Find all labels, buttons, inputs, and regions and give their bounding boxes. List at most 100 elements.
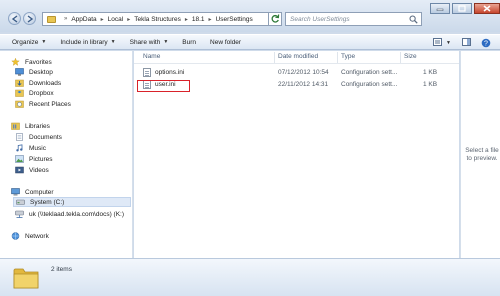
maximize-button[interactable] xyxy=(452,3,472,14)
refresh-button[interactable] xyxy=(268,12,282,26)
folder-icon xyxy=(47,15,56,23)
dropbox-icon xyxy=(15,89,24,97)
forward-button[interactable] xyxy=(23,12,36,25)
music-icon xyxy=(16,144,23,152)
new-folder-button[interactable]: New folder xyxy=(210,39,241,46)
preview-pane-button[interactable] xyxy=(462,38,472,47)
organize-menu[interactable]: Organize ▼ xyxy=(12,39,46,46)
nav-videos-label: Videos xyxy=(29,166,49,174)
breadcrumb-local[interactable]: Local xyxy=(108,16,124,23)
title-bar: » AppData ▸ Local ▸ Tekla Structures ▸ 1… xyxy=(0,0,500,32)
chevron-right-icon: » xyxy=(64,16,68,22)
nav-network-drive-label: uk (\\teklaad.tekla.com\docs) (K:) xyxy=(29,210,125,218)
file-size: 1 KB xyxy=(423,69,438,76)
close-icon xyxy=(483,5,491,12)
column-header-size[interactable]: Size xyxy=(404,53,417,60)
close-button[interactable] xyxy=(474,3,500,14)
nav-system-c-label: System (C:) xyxy=(30,198,65,206)
share-with-label: Share with xyxy=(129,38,161,46)
nav-downloads[interactable]: Downloads xyxy=(15,78,61,88)
search-input[interactable]: Search UserSettings xyxy=(285,12,422,26)
help-icon: ? xyxy=(481,38,491,48)
file-size: 1 KB xyxy=(423,81,438,88)
file-type: Configuration sett... xyxy=(341,81,398,88)
nav-music-label: Music xyxy=(29,144,46,152)
back-button[interactable] xyxy=(8,12,21,25)
libraries-icon xyxy=(11,122,20,130)
search-placeholder: Search UserSettings xyxy=(290,15,350,23)
address-bar[interactable]: » AppData ▸ Local ▸ Tekla Structures ▸ 1… xyxy=(42,12,282,26)
caret-down-icon: ▼ xyxy=(163,39,169,45)
preview-pane: Select a file to preview. xyxy=(460,51,500,258)
file-date: 22/11/2012 14:31 xyxy=(278,81,329,88)
nav-documents[interactable]: Documents xyxy=(15,132,62,142)
maximize-icon xyxy=(458,5,466,12)
nav-system-c[interactable]: System (C:) xyxy=(13,197,131,207)
nav-libraries[interactable]: Libraries xyxy=(11,121,50,131)
column-header-name[interactable]: Name xyxy=(143,53,160,60)
arrow-right-icon xyxy=(27,15,34,23)
computer-icon xyxy=(11,188,20,196)
nav-favorites[interactable]: Favorites xyxy=(11,57,52,67)
command-bar: Organize ▼ Include in library ▼ Share wi… xyxy=(0,34,500,50)
search-icon[interactable] xyxy=(409,15,418,24)
column-divider[interactable] xyxy=(274,52,275,63)
nav-dropbox[interactable]: Dropbox xyxy=(15,88,54,98)
nav-downloads-label: Downloads xyxy=(29,79,62,87)
details-pane: 2 items xyxy=(0,258,500,296)
column-header-type[interactable]: Type xyxy=(341,53,355,60)
desktop-icon xyxy=(15,68,24,76)
file-name: options.ini xyxy=(155,69,185,76)
nav-network-drive[interactable]: uk (\\teklaad.tekla.com\docs) (K:) xyxy=(15,209,124,219)
nav-recent-places[interactable]: Recent Places xyxy=(15,99,71,109)
file-type: Configuration sett... xyxy=(341,69,398,76)
window-controls xyxy=(430,3,500,14)
burn-button[interactable]: Burn xyxy=(182,39,196,46)
share-with-menu[interactable]: Share with ▼ xyxy=(130,39,169,46)
svg-text:?: ? xyxy=(484,41,488,48)
minimize-button[interactable] xyxy=(430,3,450,14)
chevron-right-icon[interactable]: ▸ xyxy=(101,16,104,23)
view-options-icon xyxy=(433,38,442,46)
nav-computer[interactable]: Computer xyxy=(11,187,54,197)
include-in-library-label: Include in library xyxy=(60,38,108,46)
nav-network[interactable]: Network xyxy=(11,231,49,241)
column-header-date-modified[interactable]: Date modified xyxy=(278,53,318,60)
include-in-library-menu[interactable]: Include in library ▼ xyxy=(60,39,115,46)
caret-down-icon: ▼ xyxy=(110,39,116,45)
help-button[interactable]: ? xyxy=(481,38,491,48)
caret-down-icon: ▼ xyxy=(41,39,47,45)
nav-music[interactable]: Music xyxy=(15,143,46,153)
breadcrumb-usersettings[interactable]: UserSettings xyxy=(216,16,253,23)
annotation-highlight-box xyxy=(137,80,190,92)
file-row-options-ini[interactable]: options.ini 07/12/2012 10:54 Configurati… xyxy=(134,67,459,78)
star-icon xyxy=(11,58,20,66)
nav-desktop[interactable]: Desktop xyxy=(15,67,53,77)
breadcrumb-tekla-structures[interactable]: Tekla Structures xyxy=(134,16,181,23)
chevron-right-icon[interactable]: ▸ xyxy=(127,16,130,23)
recent-places-icon xyxy=(15,100,24,108)
videos-icon xyxy=(15,166,24,174)
nav-pictures-label: Pictures xyxy=(29,155,53,163)
refresh-icon xyxy=(271,14,280,23)
organize-label: Organize xyxy=(12,38,39,46)
pictures-icon xyxy=(15,155,24,163)
nav-computer-label: Computer xyxy=(25,188,54,196)
folder-icon xyxy=(13,268,39,289)
breadcrumb-version[interactable]: 18.1 xyxy=(192,16,205,23)
nav-pictures[interactable]: Pictures xyxy=(15,154,52,164)
nav-desktop-label: Desktop xyxy=(29,68,53,76)
nav-favorites-label: Favorites xyxy=(25,58,52,66)
navigation-pane: Favorites Desktop Downloads Dropbox Rece… xyxy=(0,51,133,258)
network-drive-icon xyxy=(15,210,24,218)
nav-videos[interactable]: Videos xyxy=(15,165,49,175)
chevron-right-icon[interactable]: ▸ xyxy=(209,16,212,23)
arrow-left-icon xyxy=(11,15,18,23)
file-date: 07/12/2012 10:54 xyxy=(278,69,329,76)
change-view-button[interactable]: ▼ xyxy=(433,38,451,47)
column-divider[interactable] xyxy=(400,52,401,63)
chevron-right-icon[interactable]: ▸ xyxy=(185,16,188,23)
downloads-folder-icon xyxy=(15,79,24,87)
column-divider[interactable] xyxy=(337,52,338,63)
breadcrumb-appdata[interactable]: AppData xyxy=(71,16,96,23)
